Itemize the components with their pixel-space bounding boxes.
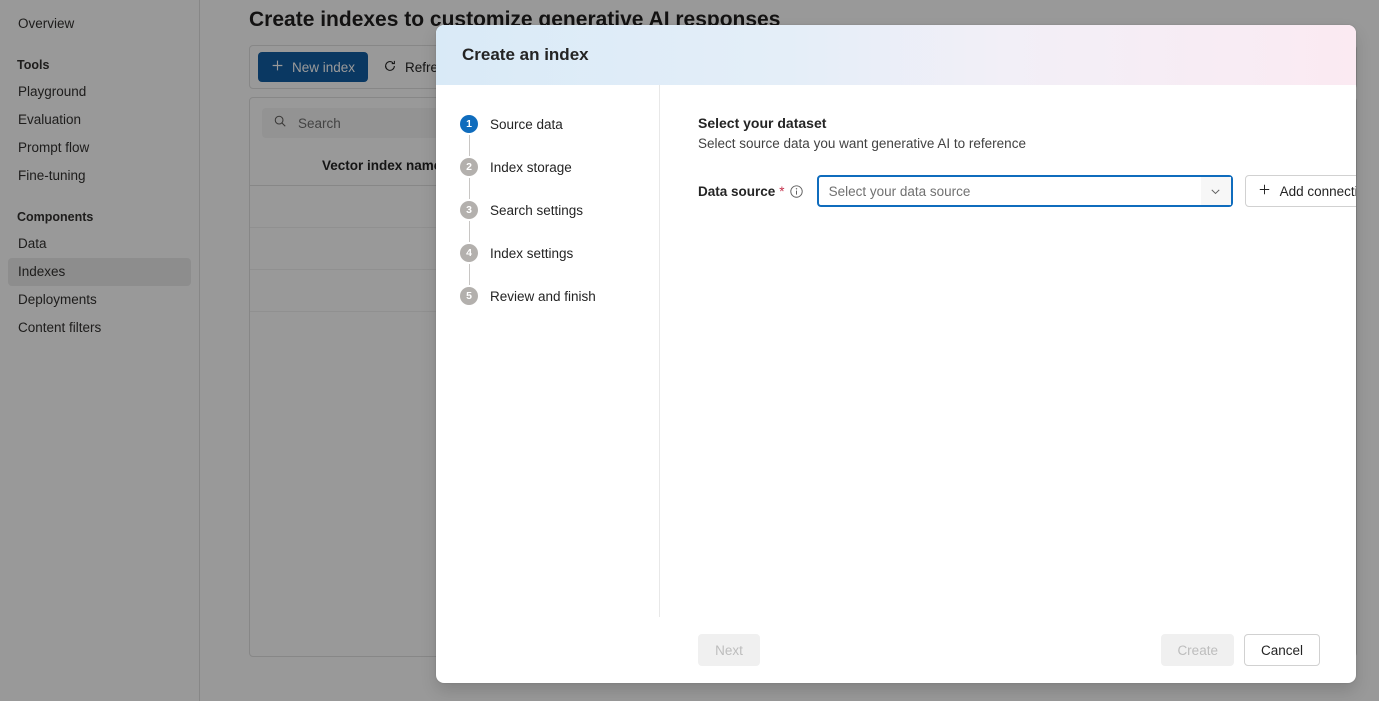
source-data-form: Select your dataset Select source data y… xyxy=(660,85,1356,617)
create-button[interactable]: Create xyxy=(1161,634,1234,666)
form-heading: Select your dataset xyxy=(698,115,827,131)
step-label: Index settings xyxy=(490,245,574,261)
dialog-title: Create an index xyxy=(462,45,589,64)
data-source-label-text: Data source xyxy=(698,183,776,199)
step-connector xyxy=(469,178,470,199)
step-number-badge: 5 xyxy=(460,287,478,305)
step-number-badge: 2 xyxy=(460,158,478,176)
step-number-badge: 1 xyxy=(460,115,478,133)
data-source-label: Data source * xyxy=(698,184,804,199)
next-button[interactable]: Next xyxy=(698,634,760,666)
info-icon[interactable] xyxy=(789,184,804,199)
step-connector xyxy=(469,135,470,156)
wizard-step-index-settings[interactable]: 4 Index settings xyxy=(460,242,659,264)
wizard-step-source-data[interactable]: 1 Source data xyxy=(460,113,659,135)
plus-icon xyxy=(1258,183,1271,199)
step-label: Source data xyxy=(490,116,563,132)
dialog-header: Create an index xyxy=(436,25,1356,85)
create-index-dialog: Create an index 1 Source data 2 Index st… xyxy=(436,25,1356,683)
required-asterisk: * xyxy=(779,183,785,199)
data-source-dropdown-placeholder: Select your data source xyxy=(828,183,971,199)
data-source-dropdown[interactable]: Select your data source xyxy=(816,175,1233,207)
wizard-step-review-and-finish[interactable]: 5 Review and finish xyxy=(460,285,659,307)
step-number-badge: 3 xyxy=(460,201,478,219)
cancel-button[interactable]: Cancel xyxy=(1243,634,1320,666)
dialog-body: 1 Source data 2 Index storage 3 Search s… xyxy=(436,85,1356,617)
data-source-field-row: Data source * Select your data source Ad… xyxy=(698,175,1356,207)
chevron-down-icon[interactable] xyxy=(1200,177,1231,205)
add-connection-label: Add connection xyxy=(1279,183,1356,199)
step-label: Search settings xyxy=(490,202,584,218)
step-label: Index storage xyxy=(490,159,572,175)
wizard-steps: 1 Source data 2 Index storage 3 Search s… xyxy=(436,85,660,617)
wizard-step-search-settings[interactable]: 3 Search settings xyxy=(460,199,659,221)
form-subheading: Select source data you want generative A… xyxy=(698,136,1026,151)
wizard-step-index-storage[interactable]: 2 Index storage xyxy=(460,156,659,178)
add-connection-button[interactable]: Add connection xyxy=(1244,175,1356,207)
step-connector xyxy=(469,221,470,242)
step-number-badge: 4 xyxy=(460,244,478,262)
step-connector xyxy=(469,264,470,285)
step-label: Review and finish xyxy=(490,288,596,304)
footer-right-actions: Create Cancel xyxy=(1161,634,1320,666)
dialog-footer: Next Create Cancel xyxy=(436,617,1356,683)
